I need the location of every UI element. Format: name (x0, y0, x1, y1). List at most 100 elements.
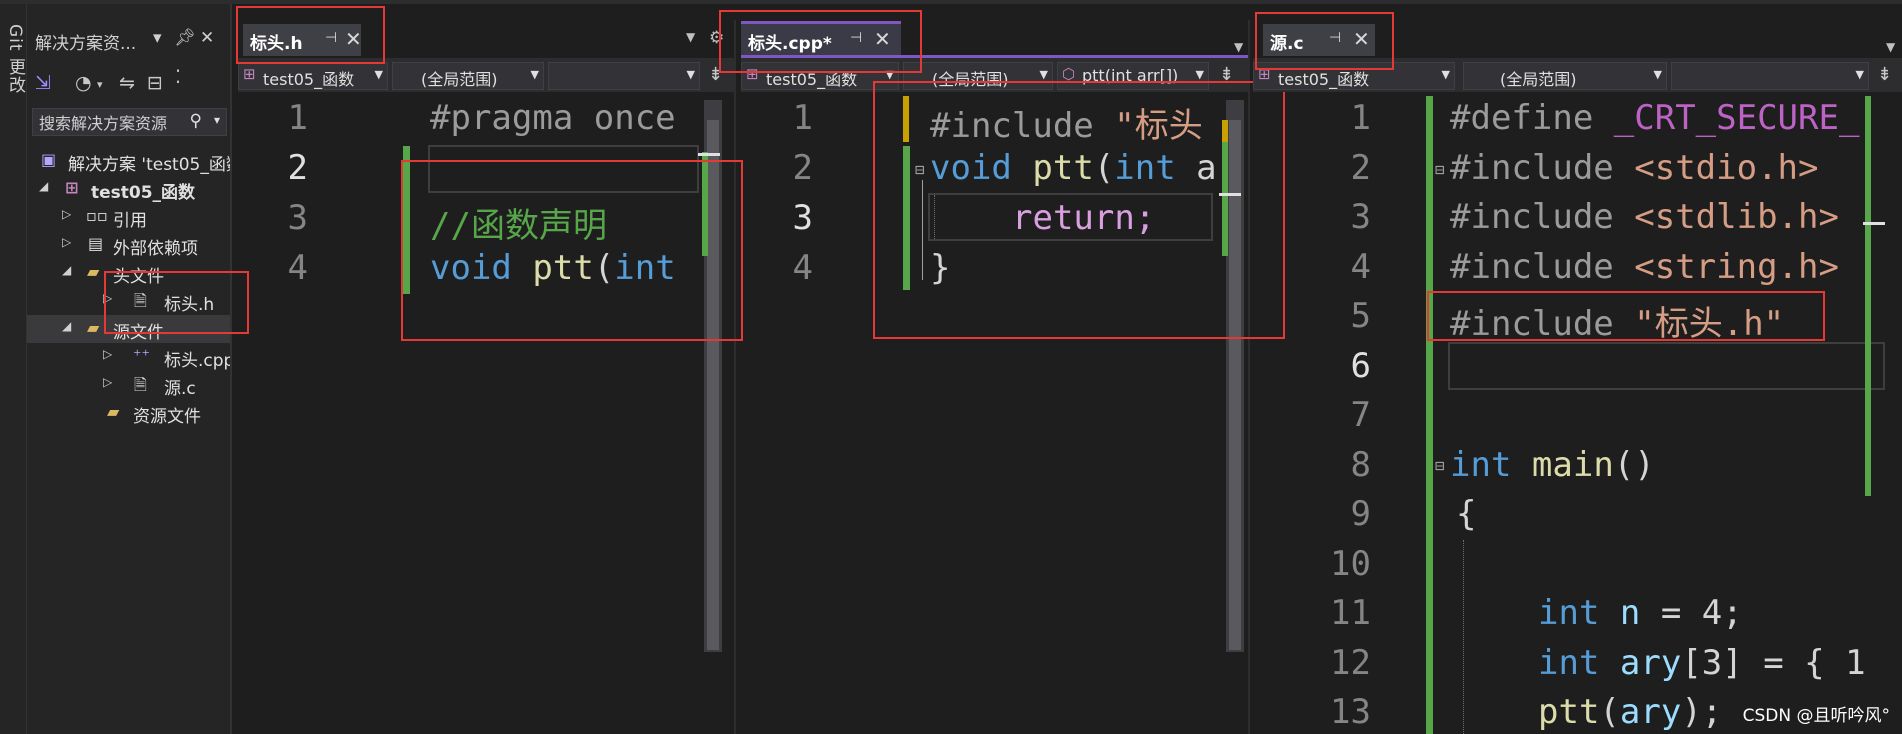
tree-item-source-c[interactable]: ▷ 🗎︎ 源.c (27, 371, 230, 399)
switch-views-icon[interactable]: ⇲ (35, 72, 51, 94)
code-token: ary (1619, 692, 1682, 732)
code-line[interactable]: int main() (1450, 445, 1655, 485)
close-icon[interactable]: ✕ (200, 28, 214, 48)
line-number: 4 (287, 248, 308, 288)
expanded-arrow-icon[interactable]: ◢ (62, 319, 71, 333)
code-token: int (1538, 593, 1600, 633)
solution-explorer-title: 解决方案资... (35, 34, 137, 54)
line-number: 9 (1350, 494, 1371, 534)
scrollbar-caret-marker (698, 153, 720, 156)
indent-guide (1463, 540, 1465, 734)
line-number: 2 (792, 148, 813, 188)
more-icon[interactable]: ⁚ (175, 66, 181, 88)
solution-icon: ▣ (41, 150, 57, 169)
sync-icon[interactable]: ⇋ (119, 72, 135, 94)
line-number: 4 (1350, 247, 1371, 287)
chevron-down-icon: ▼ (686, 68, 695, 81)
tree-item-references[interactable]: ▷ ▫▫ 引用 (27, 203, 230, 231)
tree-item-project[interactable]: ◢ ⊞ test05_函数 (27, 175, 230, 203)
line-number: 3 (1350, 197, 1371, 237)
collapse-all-icon[interactable]: ⊟ (147, 72, 163, 94)
code-line[interactable]: { (1456, 494, 1476, 534)
project-dropdown[interactable]: ⊞ test05_函数 ▼ (238, 62, 388, 90)
code-line[interactable]: int n = 4; (1538, 593, 1743, 633)
chevron-down-icon: ▼ (1855, 68, 1864, 81)
expanded-arrow-icon[interactable]: ◢ (39, 179, 48, 193)
search-icon[interactable]: ⚲ (190, 111, 202, 131)
line-number: 3 (792, 198, 813, 238)
solution-search[interactable]: ⚲ ▾ (32, 108, 227, 137)
code-token: <string.h> (1634, 247, 1839, 287)
tree-item-resource-files[interactable]: ▰ 资源文件 (27, 399, 230, 427)
member-dropdown[interactable]: ▼ (548, 62, 700, 90)
code-token: n (1619, 593, 1641, 633)
cpp-project-icon: ⊞ (65, 178, 79, 197)
current-line-box (1448, 342, 1885, 390)
change-bar (1426, 96, 1433, 734)
folder-filter-icon: ▰ (87, 318, 100, 337)
tree-item-header-cpp[interactable]: ▷ ⁺⁺ 标头.cpp (27, 343, 230, 371)
code-token: int (1538, 643, 1600, 683)
code-token: [3] = { 1 (1681, 643, 1866, 683)
tree-item-label: 源.c (164, 379, 196, 399)
scope-dropdown[interactable]: (全局范围) ▼ (392, 62, 544, 90)
line-number: 10 (1330, 544, 1371, 584)
code-line[interactable]: #pragma once (430, 98, 676, 138)
folder-filter-icon: ▰ (107, 402, 120, 421)
member-dropdown[interactable]: ▼ (1671, 62, 1869, 90)
chevron-down-icon: ▼ (1653, 68, 1662, 81)
tree-item-external-deps[interactable]: ▷ ▤ 外部依赖项 (27, 231, 230, 259)
split-icon[interactable]: ⇟ (1877, 64, 1892, 85)
code-token: () (1613, 445, 1655, 485)
chevron-down-icon[interactable]: ▾ (97, 78, 103, 91)
tab-list-dropdown-icon[interactable]: ▼ (686, 30, 695, 44)
solution-search-input[interactable] (33, 109, 191, 137)
line-number: 6 (1350, 346, 1371, 386)
code-token: main (1531, 445, 1614, 485)
pending-changes-icon[interactable]: ◔ (75, 72, 92, 94)
pin-icon[interactable]: 📌︎ (174, 28, 196, 48)
c-file-icon: 🗎︎ (134, 375, 147, 394)
search-options-icon[interactable]: ▾ (214, 113, 220, 127)
collapse-toggle-icon[interactable]: ⊟ (1435, 456, 1445, 475)
tree-item-solution[interactable]: ▣ 解决方案 'test05_函数' (27, 147, 230, 175)
scope-dropdown-value: (全局范围) (421, 70, 498, 89)
tree-item-label: 标头.cpp (164, 351, 232, 371)
line-number: 8 (1350, 445, 1371, 485)
dropdown-icon[interactable]: ▾ (153, 28, 162, 48)
highlight-box (104, 271, 249, 334)
collapsed-arrow-icon[interactable]: ▷ (103, 375, 112, 389)
pane-divider[interactable] (734, 20, 736, 734)
code-line[interactable]: #define _CRT_SECURE_ (1450, 98, 1859, 138)
code-token: <stdlib.h> (1634, 197, 1839, 237)
scrollbar-caret-marker (1863, 222, 1885, 225)
collapsed-arrow-icon[interactable]: ▷ (103, 347, 112, 361)
code-token: <stdio.h> (1634, 148, 1819, 188)
collapsed-arrow-icon[interactable]: ▷ (62, 235, 71, 249)
scrollbar-change-marker (1865, 96, 1871, 496)
tree-item-label: 外部依赖项 (113, 239, 198, 259)
tab-list-dropdown-icon[interactable]: ▼ (1886, 40, 1895, 54)
code-line[interactable]: #include <string.h> (1450, 247, 1839, 287)
chevron-down-icon: ▼ (374, 68, 383, 81)
code-line[interactable]: int ary[3] = { 1 (1538, 643, 1866, 683)
scope-dropdown[interactable]: (全局范围) ▼ (1463, 62, 1667, 90)
line-number: 7 (1350, 395, 1371, 435)
watermark: CSDN @且听吟风° (1738, 701, 1894, 726)
code-line[interactable]: #include <stdio.h> (1450, 148, 1818, 188)
expanded-arrow-icon[interactable]: ◢ (62, 263, 71, 277)
collapse-toggle-icon[interactable]: ⊟ (1435, 160, 1445, 179)
git-changes-label[interactable]: Git 更改 (3, 24, 28, 94)
line-number: 13 (1330, 692, 1371, 732)
code-line[interactable]: ptt(ary); (1538, 692, 1722, 732)
collapsed-arrow-icon[interactable]: ▷ (62, 207, 71, 221)
code-token: #define (1450, 98, 1594, 138)
git-changes-strip[interactable]: Git 更改 (0, 4, 27, 734)
external-deps-icon: ▤ (88, 234, 104, 253)
highlight-box (1427, 291, 1825, 341)
tree-item-label: test05_函数 (91, 183, 196, 203)
code-line[interactable]: #include <stdlib.h> (1450, 197, 1839, 237)
tab-list-dropdown-icon[interactable]: ▼ (1234, 40, 1243, 54)
line-number: 3 (287, 198, 308, 238)
line-number: 2 (287, 148, 308, 188)
